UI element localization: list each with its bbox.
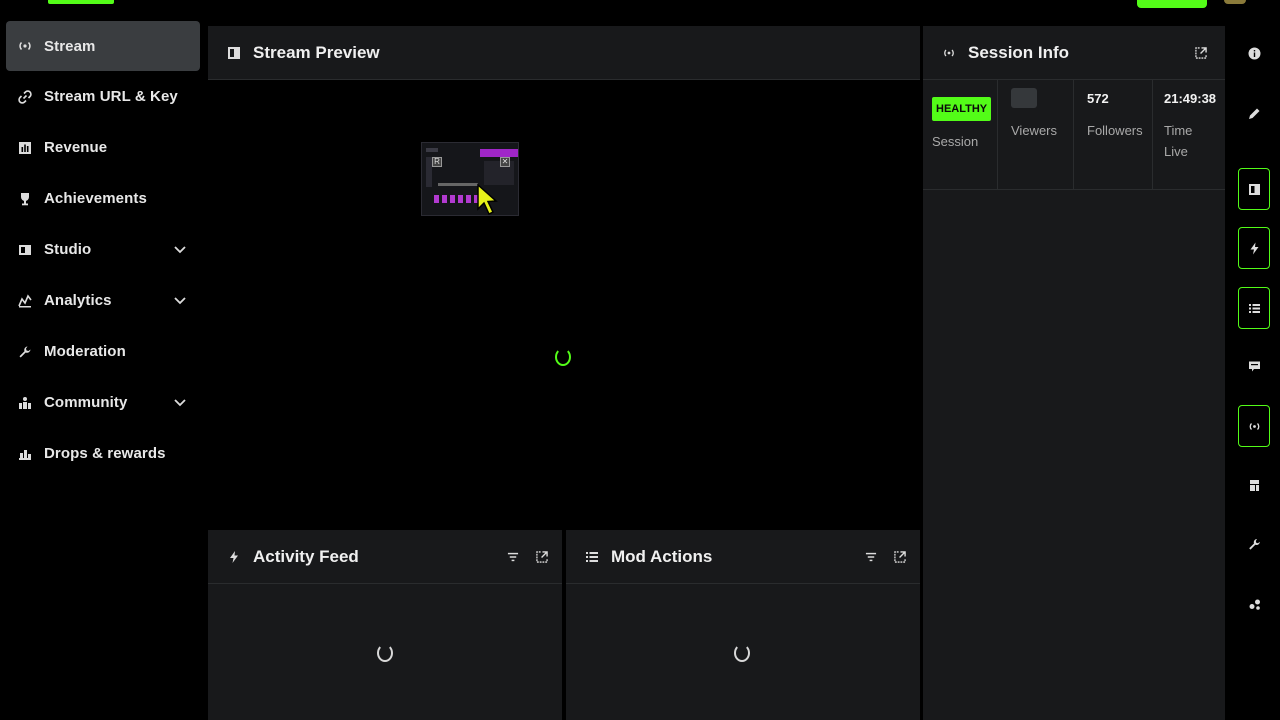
stat-time-live: 21:49:38 Time Live [1153,80,1225,189]
lightning-icon [228,550,240,563]
preview-thumbnail: R ✕ [421,142,519,216]
info-button[interactable] [1238,32,1270,74]
activity-feed-toggle[interactable] [1238,227,1270,269]
stat-value: 572 [1087,90,1109,106]
chart-icon [18,141,32,155]
chat-toggle[interactable] [1238,345,1270,387]
popout-icon[interactable] [535,551,548,564]
studio-icon [18,243,32,257]
session-info-toggle[interactable] [1238,405,1270,447]
stat-label: Viewers [1011,123,1058,138]
gift-icon [18,447,32,461]
broadcast-icon [18,39,32,53]
stat-followers: 572 Followers [1074,80,1153,189]
studio-icon [228,46,240,59]
filter-icon[interactable] [506,551,519,564]
trophy-icon [18,192,32,206]
sidebar-item-label: Analytics [44,292,112,309]
status-badge: HEALTHY [932,97,992,121]
session-stats: HEALTHY Session Viewers 572 Followers 21… [923,80,1225,190]
sidebar-item-achievements[interactable]: Achievements [6,173,200,224]
analytics-icon [18,293,32,308]
panel-header: Session Info [923,26,1225,80]
popout-icon[interactable] [1194,47,1207,60]
moderation-toggle[interactable] [1238,523,1270,565]
loading-spinner [734,644,750,662]
community-toggle[interactable] [1238,583,1270,625]
broadcast-icon [943,47,955,59]
sidebar-item-revenue[interactable]: Revenue [6,122,200,173]
broadcast-icon [1249,422,1259,430]
sidebar: Stream Stream URL & Key Revenue Achievem… [0,18,206,479]
stat-value: 21:49:38 [1164,90,1217,106]
stream-preview-toggle[interactable] [1238,168,1270,210]
sidebar-item-analytics[interactable]: Analytics [6,275,200,326]
panel-header: Activity Feed [208,530,562,584]
sidebar-item-studio[interactable]: Studio [6,224,200,275]
list-icon [586,551,598,563]
mouse-cursor-icon [477,183,498,216]
community-icon [18,396,32,410]
session-info-panel: Session Info HEALTHY Session Viewers 572… [923,26,1225,720]
wrench-icon [18,345,32,359]
stream-preview-video[interactable]: R ✕ [208,80,920,528]
activity-feed-body [208,584,562,720]
chevron-down-icon[interactable] [174,398,186,408]
mod-actions-panel: Mod Actions [566,530,920,720]
stat-viewers: Viewers [998,80,1074,189]
sidebar-item-community[interactable]: Community [6,377,200,428]
viewers-placeholder [1011,88,1037,108]
stat-label: Session [932,134,979,149]
layout-toggle[interactable] [1238,464,1270,506]
sidebar-item-moderation[interactable]: Moderation [6,326,200,377]
studio-icon [1248,183,1260,195]
sidebar-item-label: Community [44,394,128,411]
sidebar-item-label: Moderation [44,343,126,360]
top-action-button[interactable] [1137,0,1207,8]
activity-feed-panel: Activity Feed [208,530,562,720]
sidebar-item-label: Studio [44,241,92,258]
pencil-icon [1248,108,1259,119]
sidebar-item-label: Drops & rewards [44,445,166,462]
chevron-down-icon[interactable] [174,245,186,255]
link-icon [18,89,32,104]
filter-icon[interactable] [864,551,877,564]
dashboard-page: Stream Stream URL & Key Revenue Achievem… [0,0,1280,720]
list-icon [1248,303,1260,313]
page-title: Stream Preview [253,42,380,62]
logo[interactable] [48,0,114,4]
info-icon [1248,47,1260,59]
sidebar-item-label: Revenue [44,139,108,156]
lightning-icon [1250,242,1258,254]
avatar[interactable] [1224,0,1246,4]
panel-header: Mod Actions [566,530,920,584]
sidebar-item-label: Stream [44,37,96,55]
stat-label: Time Live [1164,123,1193,159]
chevron-down-icon[interactable] [174,296,186,306]
stat-label: Followers [1087,123,1143,138]
layout-icon [1249,479,1259,491]
community-icon [1249,599,1260,610]
popout-icon[interactable] [893,551,906,564]
loading-spinner [377,644,393,662]
mod-actions-toggle[interactable] [1238,287,1270,329]
panel-title: Activity Feed [253,546,359,566]
loading-spinner [555,348,571,366]
edit-button[interactable] [1238,92,1270,134]
panel-header: Stream Preview [208,26,920,80]
chat-icon [1248,361,1260,371]
sidebar-item-stream[interactable]: Stream [6,21,200,71]
sidebar-item-stream-url-key[interactable]: Stream URL & Key [6,71,200,122]
sidebar-item-label: Stream URL & Key [44,88,178,105]
sidebar-item-label: Achievements [44,190,147,207]
sidebar-item-drops-rewards[interactable]: Drops & rewards [6,428,200,479]
mod-actions-body [566,584,920,720]
panel-title: Session Info [968,42,1070,62]
wrench-icon [1248,538,1260,550]
stream-preview-panel: Stream Preview R ✕ [208,26,920,528]
stat-session: HEALTHY Session [923,80,998,189]
panel-title: Mod Actions [611,546,713,566]
